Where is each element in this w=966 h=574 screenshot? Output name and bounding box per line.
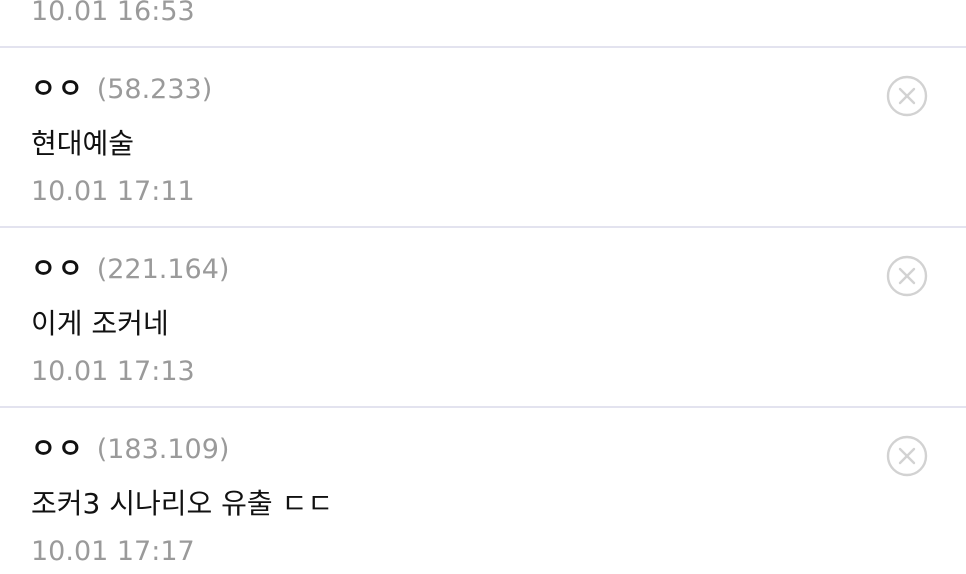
comment-list: 10.01 16:53 ㅇㅇ (58.233) 현대예술 10.01 17:11 …	[0, 0, 966, 574]
comment-time: 10.01 17:17	[31, 536, 195, 567]
comment-time: 10.01 17:13	[31, 356, 195, 387]
comment-nickname[interactable]: ㅇㅇ	[31, 434, 85, 465]
comment-time: 10.01 16:53	[31, 0, 195, 27]
circle-x-icon	[886, 435, 928, 477]
comment-item: ㅇㅇ (183.109) 조커3 시나리오 유출 ㄷㄷ 10.01 17:17	[0, 408, 966, 574]
delete-comment-button[interactable]	[886, 435, 928, 477]
comment-text: 현대예술	[31, 127, 135, 160]
delete-comment-button[interactable]	[886, 255, 928, 297]
comment-author: ㅇㅇ (221.164)	[31, 252, 229, 288]
comment-ip: (221.164)	[96, 254, 230, 285]
comment-item: ㅇㅇ (58.233) 현대예술 10.01 17:11	[0, 48, 966, 228]
comment-ip: (183.109)	[96, 434, 230, 465]
comment-text: 조커3 시나리오 유출 ㄷㄷ	[31, 487, 334, 520]
comment-nickname[interactable]: ㅇㅇ	[31, 74, 85, 105]
circle-x-icon	[886, 255, 928, 297]
circle-x-icon	[886, 75, 928, 117]
comment-item: ㅇㅇ (221.164) 이게 조커네 10.01 17:13	[0, 228, 966, 408]
comment-author: ㅇㅇ (58.233)	[31, 72, 212, 108]
comment-time: 10.01 17:11	[31, 176, 195, 207]
comment-ip: (58.233)	[96, 74, 213, 105]
comment-nickname[interactable]: ㅇㅇ	[31, 254, 85, 285]
comment-text: 이게 조커네	[31, 307, 169, 340]
comment-author: ㅇㅇ (183.109)	[31, 432, 229, 468]
comment-item-partial: 10.01 16:53	[0, 0, 966, 48]
delete-comment-button[interactable]	[886, 75, 928, 117]
